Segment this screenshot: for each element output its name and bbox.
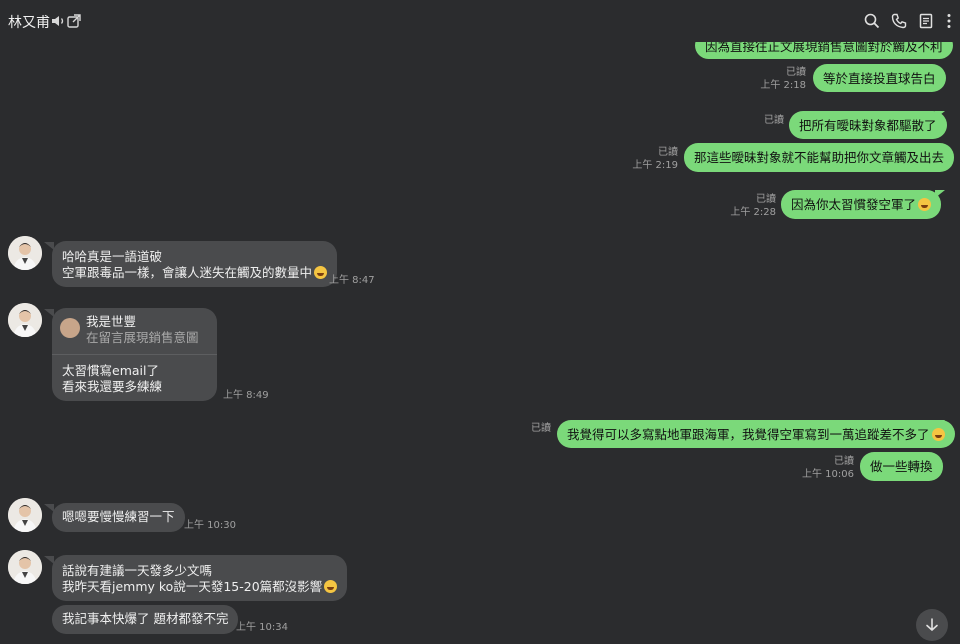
scroll-to-bottom-button[interactable] [916,609,948,641]
message-text: 我記事本快爆了 題材都發不完 [62,611,229,626]
incoming-reply-message[interactable]: 我是世豐 在留言展現銷售意圖 太習慣寫email了 看來我還要多練練 [52,308,217,401]
message-text: 嗯嗯要慢慢練習一下 [62,509,175,524]
incoming-message[interactable]: 話說有建議一天發多少文嗎 我昨天看jemmy ko說一天發15-20篇都沒影響 [52,555,348,601]
laughing-emoji-icon [314,266,328,279]
message-text: 把所有曖昧對象都驅散了 [799,118,937,133]
search-icon[interactable] [863,12,881,30]
phone-icon[interactable] [890,12,908,30]
message-meta: 已讀 [764,114,784,127]
message-line: 我昨天看jemmy ko說一天發15-20篇都沒影響 [62,579,323,594]
timestamp: 上午 8:47 [329,275,375,286]
notes-icon[interactable] [917,12,935,30]
message-line: 看來我還要多練練 [62,379,163,394]
message-text: 等於直接投直球告白 [823,71,936,86]
more-icon[interactable] [940,12,958,30]
outgoing-message[interactable]: 做一些轉換 [860,452,943,481]
outgoing-message[interactable]: 那這些曖昧對象就不能幫助把你文章觸及出去 [684,143,955,172]
arrow-down-icon [926,618,938,632]
message-line: 空軍跟毒品一樣，會讓人迷失在觸及的數量中 [62,265,313,280]
laughing-emoji-icon [324,580,338,593]
message-line: 話說有建議一天發多少文嗎 [62,563,213,578]
outgoing-message[interactable]: 我覺得可以多寫點地軍跟海軍，我覺得空軍寫到一萬追蹤差不多了 [557,420,955,448]
incoming-message[interactable]: 哈哈真是一語道破 空軍跟毒品一樣，會讓人迷失在觸及的數量中 [52,241,338,287]
message-text: 那這些曖昧對象就不能幫助把你文章觸及出去 [694,150,945,165]
incoming-message[interactable]: 嗯嗯要慢慢練習一下 [52,503,185,532]
rofl-emoji-icon [931,428,945,441]
message-line: 哈哈真是一語道破 [62,249,163,264]
quoted-text: 在留言展現銷售意圖 [86,330,199,345]
read-status: 已讀 [786,67,806,78]
quoted-user-avatar [60,318,80,338]
timestamp: 上午 10:30 [184,520,236,531]
outgoing-message[interactable]: 把所有曖昧對象都驅散了 [789,111,947,139]
timestamp: 上午 2:19 [632,160,678,171]
outgoing-message[interactable]: 因為你太習慣發空軍了 [781,190,942,219]
message-list[interactable]: 因為直接往正文展現銷售意圖對於觸及不利 已讀 上午 2:18 等於直接投直球告白… [0,0,960,644]
message-meta: 已讀 上午 2:28 [730,193,776,219]
read-status: 已讀 [834,456,854,467]
message-text: 做一些轉換 [870,459,933,474]
timestamp: 上午 8:49 [223,390,269,401]
message-line: 太習慣寫email了 [62,363,159,378]
contact-name[interactable]: 林又甫 [8,12,50,32]
read-status: 已讀 [531,423,551,434]
timestamp: 上午 2:28 [730,207,776,218]
outgoing-message[interactable]: 等於直接投直球告白 [813,64,946,92]
message-meta: 已讀 上午 2:18 [760,66,806,92]
read-status: 已讀 [764,115,784,126]
bubble-tail [935,420,945,428]
avatar[interactable] [8,498,42,532]
message-text: 我覺得可以多寫點地軍跟海軍，我覺得空軍寫到一萬追蹤差不多了 [567,427,930,442]
avatar[interactable] [8,550,42,584]
message-meta: 已讀 上午 2:19 [632,146,678,172]
chat-header: 林又甫 [0,0,960,42]
reply-quote[interactable]: 我是世豐 在留言展現銷售意圖 [52,314,217,355]
read-status: 已讀 [658,147,678,158]
external-window-icon[interactable] [65,12,83,30]
message-meta: 已讀 上午 10:06 [802,455,854,481]
timestamp: 上午 2:18 [760,80,806,91]
incoming-message[interactable]: 我記事本快爆了 題材都發不完 [52,605,239,634]
quoted-user-name: 我是世豐 [86,314,137,329]
message-meta: 已讀 [531,422,551,435]
bubble-tail [935,111,945,119]
timestamp: 上午 10:34 [236,622,288,633]
timestamp: 上午 10:06 [802,469,854,480]
read-status: 已讀 [756,194,776,205]
bubble-tail [935,190,945,198]
avatar[interactable] [8,236,42,270]
message-text: 因為你太習慣發空軍了 [791,197,917,212]
avatar[interactable] [8,303,42,337]
rofl-emoji-icon [918,198,932,211]
